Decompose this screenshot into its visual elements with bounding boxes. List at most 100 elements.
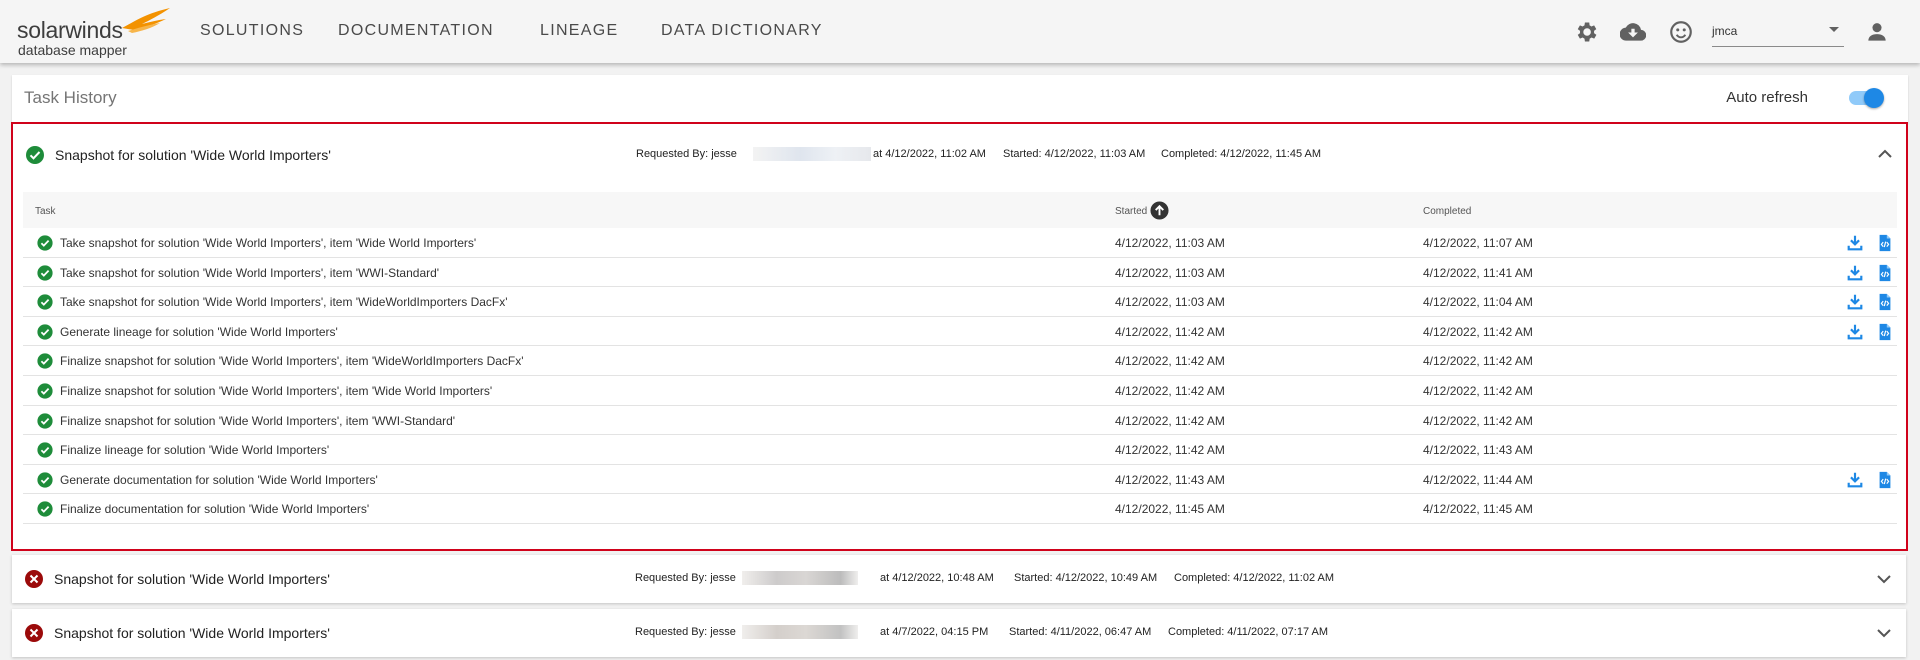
error-x-icon (25, 570, 43, 588)
success-check-icon (37, 412, 53, 429)
run-title: Snapshot for solution 'Wide World Import… (55, 147, 331, 163)
run-panel-collapsed[interactable]: Snapshot for solution 'Wide World Import… (12, 609, 1906, 657)
success-check-icon (37, 501, 53, 517)
gear-icon[interactable] (1573, 19, 1599, 45)
task-started: 4/12/2022, 11:03 AM (1115, 265, 1225, 280)
task-completed: 4/12/2022, 11:45 AM (1423, 502, 1533, 517)
requested-by: Requested By: jesse (635, 572, 736, 584)
nav-solutions[interactable]: SOLUTIONS (200, 22, 304, 40)
table-row[interactable]: Generate documentation for solution 'Wid… (23, 464, 1897, 495)
requested-by: Requested By: jesse (635, 626, 736, 638)
tasks-table-header: Task Started Completed (23, 192, 1897, 229)
task-name: Finalize lineage for solution 'Wide Worl… (60, 443, 330, 458)
nav-documentation[interactable]: DOCUMENTATION (338, 22, 494, 40)
table-row[interactable]: Finalize snapshot for solution 'Wide Wor… (23, 375, 1897, 406)
task-name: Take snapshot for solution 'Wide World I… (60, 265, 440, 280)
chevron-down-icon[interactable] (1874, 569, 1894, 589)
sort-arrow-up-icon[interactable] (1150, 201, 1169, 220)
download-icon[interactable] (1846, 293, 1864, 311)
page-title: Task History (24, 88, 117, 107)
user-select[interactable]: jmca (1712, 20, 1844, 47)
toggle-knob (1864, 88, 1884, 108)
tasks-table-body: Take snapshot for solution 'Wide World I… (23, 228, 1897, 524)
task-started: 4/12/2022, 11:42 AM (1115, 324, 1225, 339)
run-header[interactable]: Snapshot for solution 'Wide World Import… (13, 124, 1906, 186)
task-completed: 4/12/2022, 11:44 AM (1423, 472, 1533, 487)
task-completed: 4/12/2022, 11:43 AM (1423, 443, 1533, 458)
task-completed: 4/12/2022, 11:41 AM (1423, 265, 1533, 280)
user-select-value: jmca (1712, 24, 1738, 38)
task-started: 4/12/2022, 11:42 AM (1115, 354, 1225, 369)
firebird-logo-icon (122, 8, 170, 33)
success-check-icon (37, 264, 53, 281)
log-file-icon[interactable] (1876, 471, 1894, 489)
requested-at: at 4/12/2022, 10:48 AM (880, 572, 994, 584)
account-icon[interactable] (1864, 19, 1890, 45)
success-check-icon (37, 383, 53, 399)
task-started: 4/12/2022, 11:42 AM (1115, 443, 1225, 458)
run-started: Started: 4/11/2022, 06:47 AM (1009, 626, 1152, 638)
column-header-completed[interactable]: Completed (1423, 206, 1471, 217)
redacted-name (742, 625, 858, 639)
table-row[interactable]: Take snapshot for solution 'Wide World I… (23, 287, 1897, 317)
app-logo[interactable]: solarwinds database mapper (17, 8, 170, 59)
table-row[interactable]: Take snapshot for solution 'Wide World I… (23, 257, 1897, 288)
column-header-task: Task (35, 206, 56, 217)
redacted-name (753, 147, 871, 161)
task-started: 4/12/2022, 11:03 AM (1115, 295, 1225, 310)
task-name: Finalize snapshot for solution 'Wide Wor… (60, 354, 524, 369)
task-completed: 4/12/2022, 11:42 AM (1423, 324, 1533, 339)
auto-refresh-label: Auto refresh (1726, 89, 1808, 106)
download-icon[interactable] (1846, 234, 1864, 252)
download-icon[interactable] (1846, 323, 1864, 341)
cloud-download-icon[interactable] (1620, 19, 1646, 45)
table-row[interactable]: Finalize documentation for solution 'Wid… (23, 494, 1897, 524)
log-file-icon[interactable] (1876, 264, 1894, 282)
nav-lineage[interactable]: LINEAGE (540, 22, 618, 40)
download-icon[interactable] (1846, 264, 1864, 282)
run-panel-collapsed[interactable]: Snapshot for solution 'Wide World Import… (12, 555, 1906, 603)
chevron-up-icon[interactable] (1875, 144, 1895, 164)
task-completed: 4/12/2022, 11:42 AM (1423, 383, 1533, 398)
smiley-icon[interactable] (1668, 19, 1694, 45)
run-completed: Completed: 4/12/2022, 11:45 AM (1161, 148, 1322, 160)
column-header-started[interactable]: Started (1115, 206, 1147, 217)
nav-data-dictionary[interactable]: DATA DICTIONARY (661, 22, 823, 40)
brand-name: solarwinds (17, 17, 123, 43)
requested-by: Requested By: jesse (636, 148, 737, 160)
success-check-icon (26, 146, 44, 164)
task-history-header: Task History Auto refresh (12, 75, 1908, 123)
task-name: Generate lineage for solution 'Wide Worl… (60, 324, 338, 339)
auto-refresh-toggle[interactable] (1846, 87, 1886, 109)
chevron-down-icon[interactable] (1874, 623, 1894, 643)
success-check-icon (37, 472, 53, 488)
run-title: Snapshot for solution 'Wide World Import… (54, 571, 330, 587)
run-completed: Completed: 4/11/2022, 07:17 AM (1168, 626, 1329, 638)
task-name: Finalize documentation for solution 'Wid… (60, 502, 370, 517)
task-completed: 4/12/2022, 11:04 AM (1423, 295, 1533, 310)
task-name: Take snapshot for solution 'Wide World I… (60, 236, 477, 250)
success-check-icon (37, 353, 53, 369)
task-started: 4/12/2022, 11:45 AM (1115, 502, 1225, 517)
task-started: 4/12/2022, 11:42 AM (1115, 413, 1225, 428)
table-row[interactable]: Generate lineage for solution 'Wide Worl… (23, 316, 1897, 347)
redacted-name (742, 571, 858, 585)
product-name: database mapper (18, 42, 127, 58)
error-x-icon (25, 624, 43, 642)
log-file-icon[interactable] (1876, 293, 1894, 311)
task-name: Take snapshot for solution 'Wide World I… (60, 295, 508, 310)
run-completed: Completed: 4/12/2022, 11:02 AM (1174, 572, 1335, 584)
task-name: Generate documentation for solution 'Wid… (60, 472, 378, 487)
log-file-icon[interactable] (1876, 323, 1894, 341)
task-name: Finalize snapshot for solution 'Wide Wor… (60, 383, 493, 398)
download-icon[interactable] (1846, 471, 1864, 489)
table-row[interactable]: Take snapshot for solution 'Wide World I… (23, 228, 1897, 258)
task-completed: 4/12/2022, 11:42 AM (1423, 354, 1533, 369)
caret-down-icon (1829, 27, 1839, 32)
task-started: 4/12/2022, 11:43 AM (1115, 472, 1225, 487)
table-row[interactable]: Finalize snapshot for solution 'Wide Wor… (23, 346, 1897, 376)
log-file-icon[interactable] (1876, 234, 1894, 252)
run-started: Started: 4/12/2022, 10:49 AM (1014, 572, 1158, 584)
table-row[interactable]: Finalize lineage for solution 'Wide Worl… (23, 435, 1897, 465)
table-row[interactable]: Finalize snapshot for solution 'Wide Wor… (23, 405, 1897, 436)
